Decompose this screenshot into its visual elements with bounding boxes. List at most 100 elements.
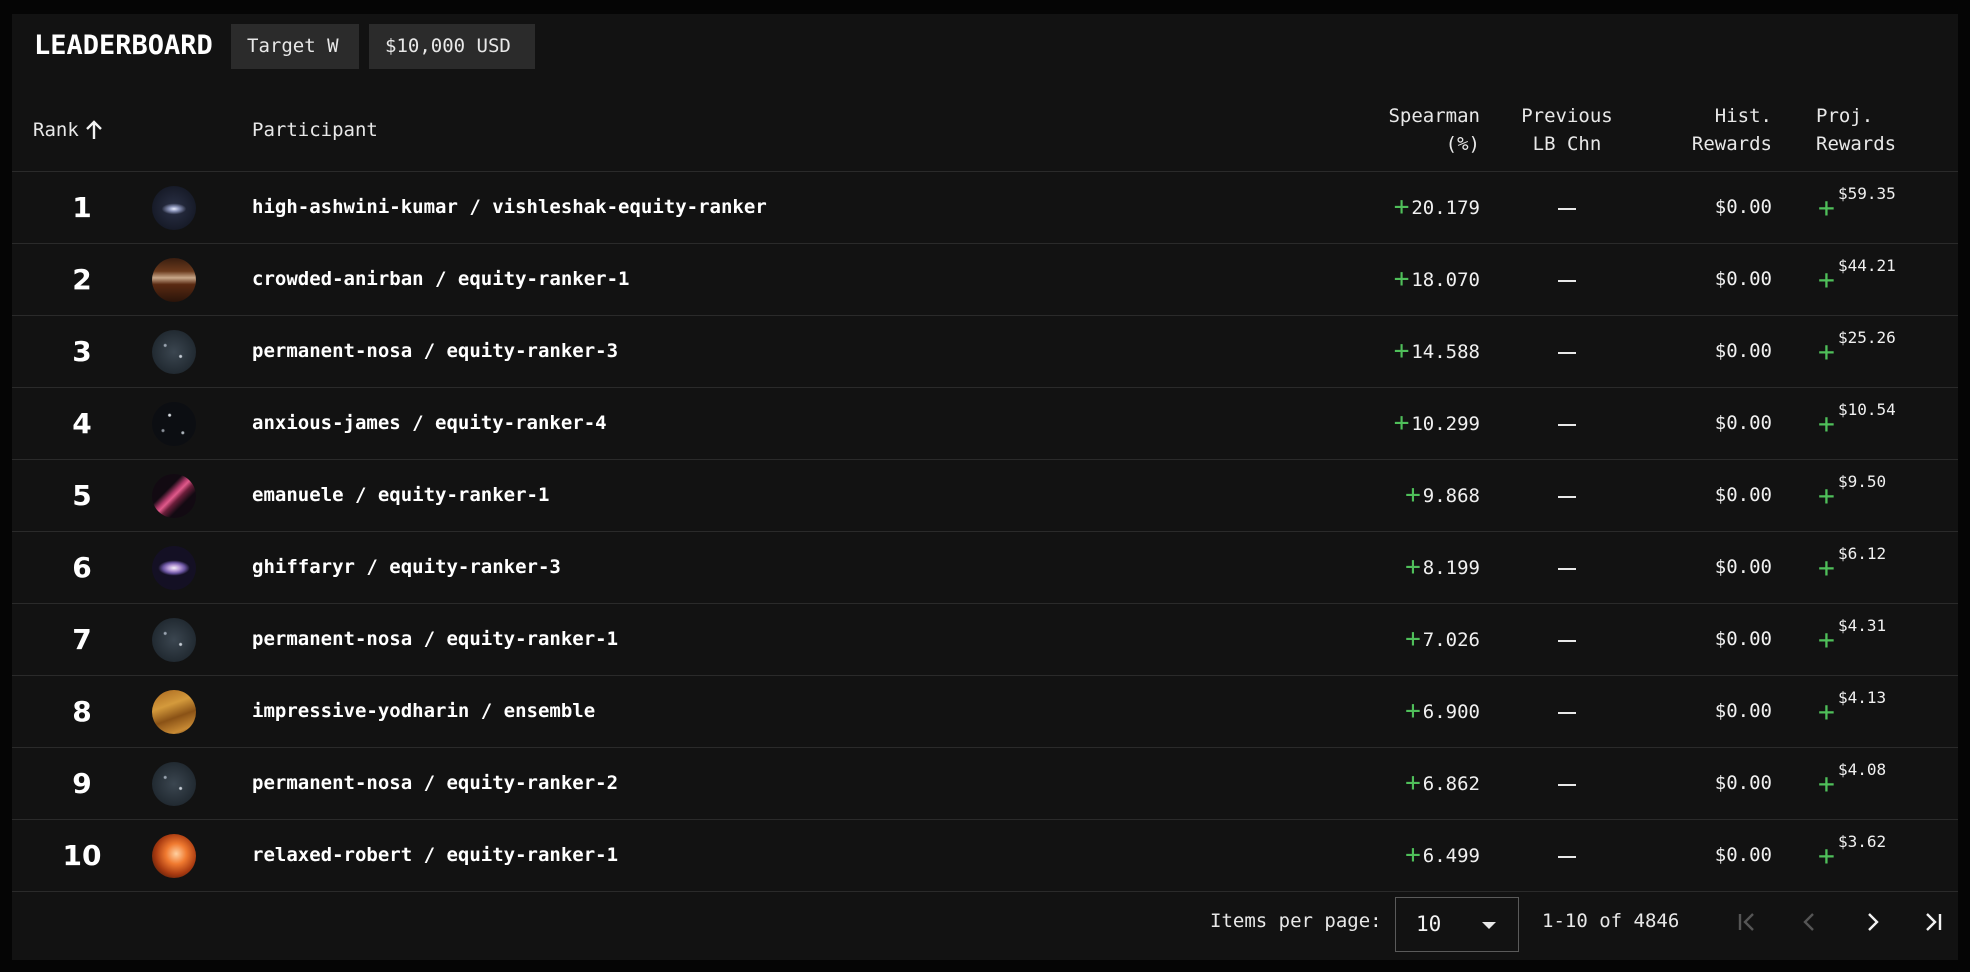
avatar[interactable]: [152, 330, 196, 374]
avatar[interactable]: [152, 834, 196, 878]
spearman-value: 18.070: [1411, 269, 1480, 291]
pagination-footer: Items per page: 10 1-10 of 4846: [12, 886, 1958, 960]
spearman-value: 20.179: [1411, 197, 1480, 219]
first-page-icon[interactable]: [1732, 908, 1760, 936]
dash-icon: [1558, 855, 1576, 858]
proj-rewards-value: $6.12: [1838, 544, 1887, 563]
rank-value: 7: [72, 623, 92, 656]
previous-cell: [1512, 460, 1622, 531]
spearman-value: 6.499: [1422, 845, 1480, 867]
participant-column-header[interactable]: Participant: [252, 116, 378, 144]
participant-name[interactable]: impressive-yodharin / ensemble: [252, 676, 595, 747]
avatar[interactable]: [152, 546, 196, 590]
table-row[interactable]: 7 permanent-nosa / equity-ranker-1 +7.02…: [12, 604, 1958, 676]
proj-rewards-column-header[interactable]: Proj. Rewards: [1816, 102, 1936, 158]
proj-rewards-value: $3.62: [1838, 832, 1887, 851]
arrow-up-icon[interactable]: [82, 118, 106, 142]
rank-value: 6: [72, 551, 92, 584]
rank-value: 3: [72, 335, 92, 368]
plus-icon: +: [1405, 552, 1421, 582]
participant-name[interactable]: emanuele / equity-ranker-1: [252, 460, 549, 531]
items-per-page-select[interactable]: 10: [1395, 897, 1519, 952]
avatar[interactable]: [152, 618, 196, 662]
table-row[interactable]: 8 impressive-yodharin / ensemble +6.900 …: [12, 676, 1958, 748]
table-row[interactable]: 3 permanent-nosa / equity-ranker-3 +14.5…: [12, 316, 1958, 388]
rank-column-header[interactable]: Rank: [33, 116, 106, 144]
rank-value: 5: [72, 479, 92, 512]
previous-page-icon[interactable]: [1796, 908, 1824, 936]
participant-name[interactable]: permanent-nosa / equity-ranker-3: [252, 316, 618, 387]
rank-value: 1: [72, 191, 92, 224]
avatar[interactable]: [152, 186, 196, 230]
participant-name[interactable]: permanent-nosa / equity-ranker-1: [252, 604, 618, 675]
avatar[interactable]: [152, 474, 196, 518]
avatar[interactable]: [152, 402, 196, 446]
participant-name[interactable]: crowded-anirban / equity-ranker-1: [252, 244, 630, 315]
avatar[interactable]: [152, 690, 196, 734]
plus-icon: +: [1818, 479, 1835, 512]
table-row[interactable]: 5 emanuele / equity-ranker-1 +9.868 $0.0…: [12, 460, 1958, 532]
last-page-icon[interactable]: [1920, 908, 1948, 936]
table-row[interactable]: 6 ghiffaryr / equity-ranker-3 +8.199 $0.…: [12, 532, 1958, 604]
participant-name[interactable]: relaxed-robert / equity-ranker-1: [252, 820, 618, 891]
leaderboard-header: LEADERBOARD Target W $10,000 USD: [12, 14, 1958, 84]
nebula-avatar-image: [152, 474, 196, 518]
hist-rewards-value: $0.00: [1714, 484, 1772, 506]
hist-header-line1: Hist.: [1714, 105, 1772, 127]
previous-cell: [1512, 604, 1622, 675]
spearman-cell: +14.588: [1332, 316, 1480, 387]
plus-icon: +: [1405, 768, 1421, 798]
previous-header-line1: Previous: [1521, 105, 1613, 127]
proj-header-line2: Rewards: [1816, 133, 1897, 155]
table-row[interactable]: 10 relaxed-robert / equity-ranker-1 +6.4…: [12, 820, 1958, 892]
spearman-cell: +6.862: [1332, 748, 1480, 819]
chevron-down-icon: [1482, 922, 1496, 929]
spiral-galaxy-avatar-image: [152, 546, 196, 590]
spearman-cell: +7.026: [1332, 604, 1480, 675]
previous-column-header[interactable]: Previous LB Chn: [1512, 102, 1622, 158]
stars-avatar-image: [152, 762, 196, 806]
hist-rewards-value: $0.00: [1714, 700, 1772, 722]
rank-value: 4: [72, 407, 92, 440]
target-chip[interactable]: Target W: [231, 24, 359, 69]
dash-icon: [1558, 567, 1576, 570]
spearman-value: 9.868: [1422, 485, 1480, 507]
hist-rewards-value: $0.00: [1714, 340, 1772, 362]
previous-cell: [1512, 388, 1622, 459]
participant-name[interactable]: high-ashwini-kumar / vishleshak-equity-r…: [252, 172, 767, 243]
hist-rewards-value: $0.00: [1714, 412, 1772, 434]
spearman-value: 6.900: [1422, 701, 1480, 723]
spearman-cell: +6.499: [1332, 820, 1480, 891]
items-per-page-label: Items per page:: [1210, 910, 1382, 932]
hist-rewards-value: $0.00: [1714, 844, 1772, 866]
dark-stars-avatar-image: [152, 402, 196, 446]
spearman-column-header[interactable]: Spearman (%): [1332, 102, 1480, 158]
hist-rewards-column-header[interactable]: Hist. Rewards: [1642, 102, 1772, 158]
hist-rewards-value: $0.00: [1714, 196, 1772, 218]
rank-value: 10: [62, 839, 102, 872]
rank-value: 9: [72, 767, 92, 800]
proj-rewards-value: $4.31: [1838, 616, 1887, 635]
avatar[interactable]: [152, 762, 196, 806]
table-row[interactable]: 9 permanent-nosa / equity-ranker-2 +6.86…: [12, 748, 1958, 820]
next-page-icon[interactable]: [1858, 908, 1886, 936]
plus-icon: +: [1405, 696, 1421, 726]
stars-avatar-image: [152, 330, 196, 374]
plus-icon: +: [1818, 623, 1835, 656]
room-avatar-image: [152, 258, 196, 302]
table-row[interactable]: 1 high-ashwini-kumar / vishleshak-equity…: [12, 172, 1958, 244]
hist-rewards-value: $0.00: [1714, 628, 1772, 650]
previous-cell: [1512, 244, 1622, 315]
table-row[interactable]: 2 crowded-anirban / equity-ranker-1 +18.…: [12, 244, 1958, 316]
prize-chip[interactable]: $10,000 USD: [369, 24, 535, 69]
participant-name[interactable]: permanent-nosa / equity-ranker-2: [252, 748, 618, 819]
plus-icon: +: [1818, 695, 1835, 728]
participant-name[interactable]: anxious-james / equity-ranker-4: [252, 388, 607, 459]
hist-rewards-value: $0.00: [1714, 556, 1772, 578]
avatar[interactable]: [152, 258, 196, 302]
table-row[interactable]: 4 anxious-james / equity-ranker-4 +10.29…: [12, 388, 1958, 460]
rank-value: 2: [72, 263, 92, 296]
hist-header-line2: Rewards: [1691, 133, 1772, 155]
participant-name[interactable]: ghiffaryr / equity-ranker-3: [252, 532, 561, 603]
proj-rewards-value: $9.50: [1838, 472, 1887, 491]
